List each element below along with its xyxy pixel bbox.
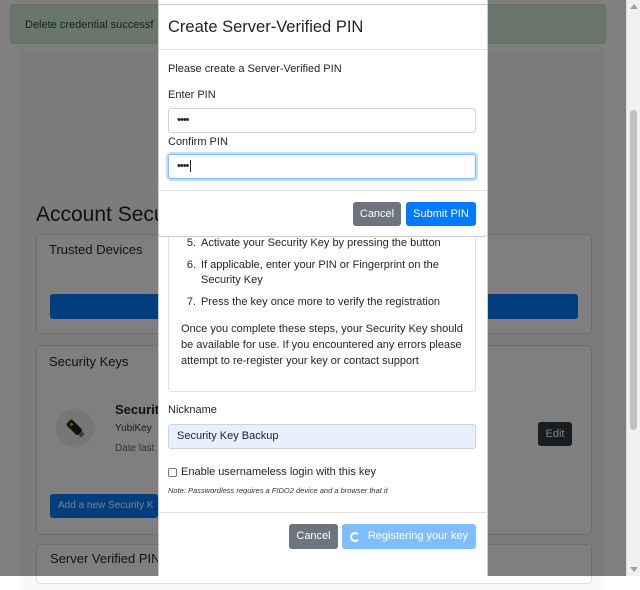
scroll-up-icon[interactable]: [630, 4, 638, 9]
scrollbar-thumb[interactable]: [630, 110, 637, 430]
registering-label: Registering your key: [367, 530, 469, 542]
confirm-pin-value: ••••: [177, 160, 189, 172]
modal-footer-divider: [158, 512, 488, 513]
spinner-icon: [349, 531, 360, 542]
confirm-pin-input[interactable]: ••••: [168, 154, 476, 179]
passwordless-note: Note: Passwordless requires a FIDO2 devi…: [168, 486, 388, 495]
step-item: 6. If applicable, enter your PIN or Fing…: [186, 259, 439, 286]
passwordless-checkbox[interactable]: [168, 467, 177, 477]
step-item: 7. Press the key once more to verify the…: [186, 296, 441, 308]
instructions-note: Once you complete these steps, your Secu…: [181, 323, 463, 367]
instruction-steps: 5. Activate your Security Key by pressin…: [180, 236, 470, 317]
modal-title: Create Server-Verified PIN: [168, 18, 364, 36]
enter-pin-label: Enter PIN: [168, 89, 216, 101]
pin-cancel-button[interactable]: Cancel: [353, 202, 401, 226]
scrollbar[interactable]: [626, 0, 640, 576]
pin-prompt: Please create a Server-Verified PIN: [168, 63, 342, 75]
footer-divider: [159, 190, 487, 191]
register-cancel-button[interactable]: Cancel: [289, 524, 338, 549]
confirm-pin-label: Confirm PIN: [168, 136, 228, 148]
header-divider: [159, 49, 487, 50]
text-caret: [190, 160, 192, 173]
submit-pin-button[interactable]: Submit PIN: [406, 202, 476, 226]
enter-pin-input[interactable]: ••••: [168, 108, 476, 133]
nickname-input[interactable]: Security Key Backup: [168, 424, 476, 449]
registering-button[interactable]: Registering your key: [342, 524, 476, 549]
nickname-label: Nickname: [168, 404, 217, 416]
passwordless-option[interactable]: Enable usernameless login with this key: [168, 466, 376, 478]
passwordless-label: Enable usernameless login with this key: [181, 466, 377, 478]
step-item: 5. Activate your Security Key by pressin…: [186, 237, 441, 249]
scroll-down-icon[interactable]: [630, 567, 638, 572]
